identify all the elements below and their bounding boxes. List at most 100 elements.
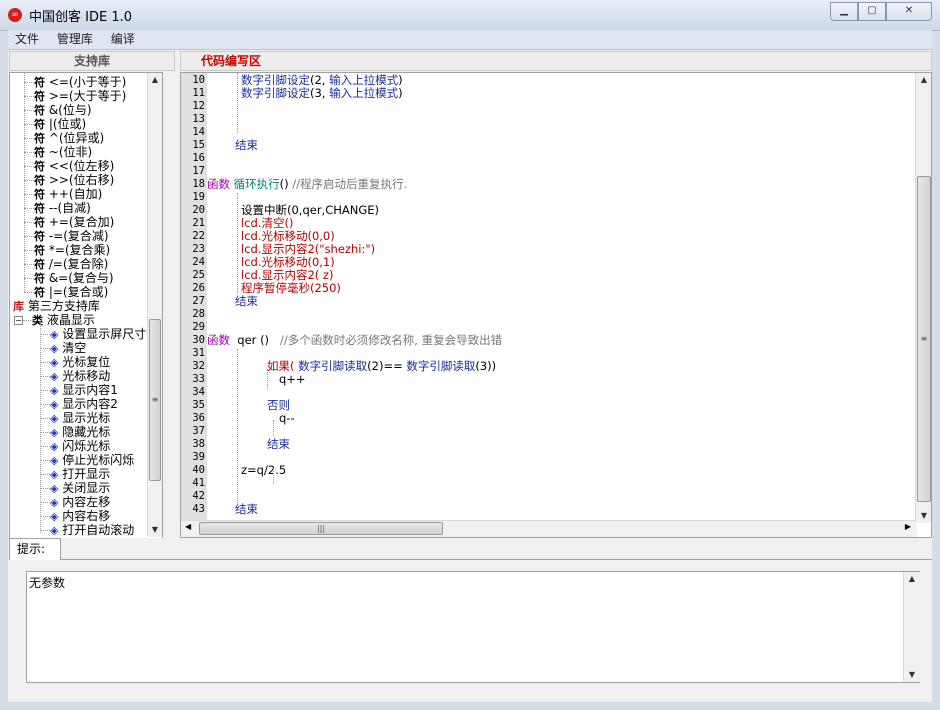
code-text: q--	[279, 412, 295, 425]
tree-item-operator[interactable]: 符 ++(自加)	[34, 187, 102, 201]
scroll-up-arrow[interactable]: ▲	[916, 73, 931, 87]
scroll-left-arrow[interactable]: ◀	[185, 522, 191, 531]
tree-item-function[interactable]: ◈ 内容右移	[50, 509, 110, 523]
hint-panel: 提示: 无参数 ▲ ▼	[8, 538, 932, 702]
tree-item-operator[interactable]: 符 ^(位异或)	[34, 131, 104, 145]
menu-library[interactable]: 管理库	[50, 30, 100, 49]
tree-vertical-scrollbar[interactable]: ▲ ≡ ▼	[147, 73, 162, 537]
tree-item-operator[interactable]: 符 -=(复合减)	[34, 229, 109, 243]
tree-item-label: -=(复合减)	[45, 229, 109, 243]
minimize-button[interactable]: ▁	[830, 2, 858, 21]
tree-item-function[interactable]: ◈ 打开显示	[50, 467, 110, 481]
tree-item-operator[interactable]: 符 /=(复合除)	[34, 257, 108, 271]
scroll-thumb[interactable]: |||	[199, 522, 443, 535]
scroll-down-arrow[interactable]: ▼	[904, 668, 920, 682]
tree-item-operator[interactable]: 符 >>(位右移)	[34, 173, 114, 187]
tree-item-third-party-library[interactable]: 库 第三方支持库	[13, 299, 100, 313]
tree-item-label: <=(小于等于)	[45, 75, 127, 89]
tree-item-label: 显示光标	[58, 411, 111, 425]
tree-item-operator[interactable]: 符 |=(复合或)	[34, 285, 108, 299]
node-type-icon: 符	[34, 244, 45, 257]
tree-item-function[interactable]: ◈ 停止光标闪烁	[50, 453, 134, 467]
tree-connector	[23, 320, 31, 321]
tree-item-function[interactable]: ◈ 内容左移	[50, 495, 110, 509]
tree-expander-collapse[interactable]: −	[14, 316, 23, 325]
node-type-icon: 符	[34, 230, 45, 243]
tree-item-function[interactable]: ◈ 显示内容2	[50, 397, 118, 411]
tree-item-operator[interactable]: 符 *=(复合乘)	[34, 243, 110, 257]
tree-item-function[interactable]: ◈ 光标移动	[50, 369, 110, 383]
code-token: 如果(	[267, 359, 299, 373]
scroll-up-arrow[interactable]: ▲	[148, 73, 162, 87]
editor-horizontal-scrollbar[interactable]: ◀ ||| ▶	[181, 520, 917, 537]
hint-textbox[interactable]: 无参数 ▲ ▼	[26, 571, 920, 683]
tree-item-function[interactable]: ◈ 闪烁光标	[50, 439, 110, 453]
node-type-icon: 符	[34, 132, 45, 145]
tree-item-function[interactable]: ◈ 关闭显示	[50, 481, 110, 495]
line-number: 23	[192, 243, 205, 255]
tree-item-label: >=(大于等于)	[45, 89, 127, 103]
maximize-button[interactable]: ▢	[858, 2, 886, 21]
tree-item-function[interactable]: ◈ 显示内容1	[50, 383, 118, 397]
tree-connector	[24, 73, 25, 292]
hint-vertical-scrollbar[interactable]: ▲ ▼	[903, 572, 920, 682]
tree-item-label: 闪烁光标	[58, 439, 111, 453]
code-token: lcd.显示内容2( z)	[241, 268, 334, 282]
code-token: q--	[279, 411, 295, 425]
tree-item-operator[interactable]: 符 &=(复合与)	[34, 271, 114, 285]
scroll-up-arrow[interactable]: ▲	[904, 572, 920, 586]
menu-file[interactable]: 文件	[8, 30, 46, 49]
scroll-right-arrow[interactable]: ▶	[905, 522, 911, 531]
scroll-down-arrow[interactable]: ▼	[916, 509, 931, 523]
line-number: 18	[192, 178, 205, 190]
code-token: 结束	[235, 294, 258, 308]
tree-item-operator[interactable]: 符 ~(位非)	[34, 145, 92, 159]
tree-item-label: 液晶显示	[43, 313, 95, 327]
tree-item-label: +=(复合加)	[45, 215, 115, 229]
tree-item-operator[interactable]: 符 |(位或)	[34, 117, 86, 131]
scroll-thumb[interactable]: ≡	[149, 319, 161, 481]
line-number: 17	[192, 165, 205, 177]
code-text: 函数 qer () //多个函数时必须修改名称, 重复会导致出错	[207, 334, 502, 347]
line-number: 20	[192, 204, 205, 216]
line-number: 25	[192, 269, 205, 281]
tree-item-operator[interactable]: 符 >=(大于等于)	[34, 89, 126, 103]
code-token: q++	[279, 372, 306, 386]
tree-item-operator[interactable]: 符 <<(位左移)	[34, 159, 114, 173]
tree-item-operator[interactable]: 符 &(位与)	[34, 103, 92, 117]
line-number: 36	[192, 412, 205, 424]
tree-item-function[interactable]: ◈ 光标复位	[50, 355, 110, 369]
tree-item-label: 打开显示	[58, 467, 111, 481]
menu-compile[interactable]: 编译	[104, 30, 142, 49]
tree-item-lcd-display[interactable]: 类 液晶显示	[32, 313, 95, 327]
node-type-icon: 符	[34, 286, 45, 299]
line-number: 13	[192, 113, 205, 125]
tree-item-operator[interactable]: 符 <=(小于等于)	[34, 75, 126, 89]
editor-vertical-scrollbar[interactable]: ▲ ≡ ▼	[915, 73, 931, 523]
tree-item-function[interactable]: ◈ 清空	[50, 341, 86, 355]
line-number: 37	[192, 425, 205, 437]
tree-item-label: ++(自加)	[45, 187, 103, 201]
code-token: 输入上拉模式	[329, 73, 399, 87]
close-button[interactable]: ✕	[886, 2, 932, 21]
line-number: 29	[192, 321, 205, 333]
library-tree: 符 <=(小于等于) 符 >=(大于等于) 符 &(位与) 符 |(位或) 符 ^(位异…	[9, 72, 163, 540]
code-token: 数字引脚设定	[241, 86, 310, 100]
tree-item-operator[interactable]: 符 --(自减)	[34, 201, 91, 215]
code-token: (3,	[310, 86, 330, 100]
code-editor[interactable]: 10 数字引脚设定(2, 输入上拉模式) 11 数字引脚设定(3, 输入上拉模式) 12…	[180, 72, 932, 538]
tree-item-label: ~(位非)	[45, 145, 93, 159]
tree-item-function[interactable]: ◈ 显示光标	[50, 411, 110, 425]
line-number: 43	[192, 503, 205, 515]
hint-tab[interactable]: 提示:	[9, 538, 61, 560]
code-token: lcd.显示内容2("shezhi:")	[241, 242, 376, 256]
tree-item-function[interactable]: ◈ 打开自动滚动	[50, 523, 134, 537]
scroll-thumb[interactable]: ≡	[917, 176, 931, 502]
line-number: 26	[192, 282, 205, 294]
scroll-down-arrow[interactable]: ▼	[148, 523, 162, 537]
code-token: )	[398, 73, 403, 87]
tree-item-function[interactable]: ◈ 设置显示屏尺寸	[50, 327, 146, 341]
tree-item-operator[interactable]: 符 +=(复合加)	[34, 215, 114, 229]
tree-item-label: 隐藏光标	[58, 425, 111, 439]
tree-item-function[interactable]: ◈ 隐藏光标	[50, 425, 110, 439]
